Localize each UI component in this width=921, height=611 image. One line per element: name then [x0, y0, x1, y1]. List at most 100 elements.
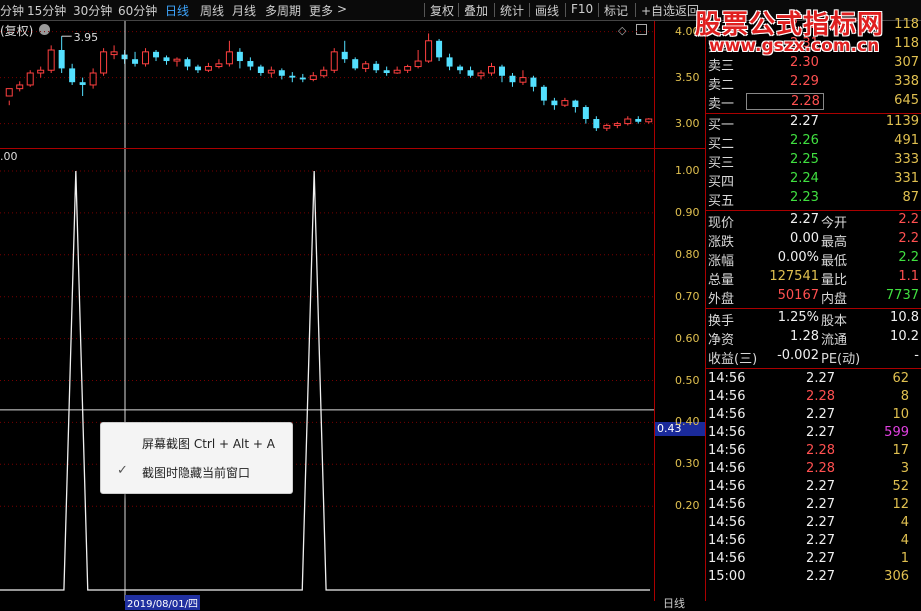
menu-item-screenshot[interactable]: 屏幕截图 Ctrl + Alt + A	[101, 429, 292, 457]
candle-body	[446, 57, 453, 67]
tick-row[interactable]: 14:56 2.27 4	[706, 515, 921, 533]
bid-row[interactable]: 买三 2.25 333	[706, 152, 921, 171]
toolbar-action-button[interactable]: F10	[571, 2, 593, 16]
fundamental-row: 换手 1.25% 股本 10.8	[706, 310, 921, 329]
period-tab[interactable]: 月线	[232, 2, 256, 19]
candle-body	[163, 57, 170, 62]
tick-row[interactable]: 14:56 2.28 17	[706, 443, 921, 461]
quote-value: 127541	[769, 269, 819, 284]
tick-row[interactable]: 14:56 2.28 3	[706, 461, 921, 479]
bid-row[interactable]: 买四 2.24 331	[706, 171, 921, 190]
quote-label: 现价	[708, 216, 735, 231]
candle-body	[530, 77, 537, 87]
indicator-line-chart	[0, 149, 654, 601]
quote-value: 7737	[885, 288, 919, 303]
tick-price: 2.27	[806, 425, 835, 440]
candle-body	[540, 86, 547, 101]
tick-time: 14:56	[708, 497, 746, 512]
tick-volume: 52	[892, 479, 909, 494]
tick-volume: 62	[892, 371, 909, 386]
candle-body	[37, 69, 45, 74]
tick-price: 2.27	[806, 497, 835, 512]
toolbar-action-button[interactable]: 统计	[500, 2, 524, 19]
candle-body	[572, 100, 579, 108]
kline-chart-pane[interactable]: (复权) ◇ 3.95	[0, 21, 655, 149]
tick-time: 14:56	[708, 443, 746, 458]
ask-row[interactable]: 卖一 2.28 645	[706, 93, 921, 112]
candle-body	[373, 63, 380, 71]
kline-high-label: 3.95	[74, 31, 99, 44]
candle-body	[341, 51, 348, 60]
toolbar-action-button[interactable]: 复权	[430, 2, 454, 19]
toolbar-action-button[interactable]: 叠加	[464, 2, 488, 19]
tick-price: 2.27	[806, 371, 835, 386]
candle-body	[184, 59, 191, 67]
divider	[706, 308, 921, 309]
tick-row[interactable]: 14:56 2.27 52	[706, 479, 921, 497]
candle-body	[100, 51, 108, 74]
tick-row[interactable]: 14:56 2.27 12	[706, 497, 921, 515]
tick-price: 2.27	[806, 515, 835, 530]
tick-volume: 4	[900, 533, 909, 548]
candle-body	[603, 124, 611, 129]
tick-row[interactable]: 14:56 2.27 1	[706, 551, 921, 569]
period-tab[interactable]: 多周期	[265, 2, 301, 19]
menu-item-hide-window[interactable]: ✓ 截图时隐藏当前窗口	[101, 458, 292, 486]
quote-value: 0.00	[790, 231, 819, 246]
bid-row[interactable]: 买五 2.23 87	[706, 190, 921, 209]
fundamental-label: 净资	[708, 333, 735, 348]
bid-row[interactable]: 买一 2.27 1139	[706, 114, 921, 133]
tick-row[interactable]: 14:56 2.27 599	[706, 425, 921, 443]
kline-axis-tick: 3.00	[675, 116, 700, 130]
ask-row[interactable]: 卖二 2.29 338	[706, 74, 921, 93]
tick-row[interactable]: 14:56 2.27 62	[706, 371, 921, 389]
candle-body	[16, 84, 24, 90]
fundamental-row: 净资 1.28 流通 10.2	[706, 329, 921, 348]
indicator-pane[interactable]: .00 2019/08/01/四	[0, 149, 655, 610]
indicator-axis-tick: 0.90	[675, 205, 700, 219]
indicator-axis-tick: 1.00	[675, 164, 700, 177]
period-tab[interactable]: 日线	[165, 2, 189, 19]
book-volume: 333	[894, 152, 919, 167]
toolbar-action-button[interactable]: 画线	[535, 2, 559, 19]
period-tab[interactable]: 60分钟	[118, 2, 157, 19]
book-volume: 87	[902, 190, 919, 205]
tick-price: 2.27	[806, 533, 835, 548]
chevron-right-icon[interactable]: >	[337, 2, 347, 16]
candle-body	[58, 50, 65, 69]
book-label: 买四	[708, 175, 735, 190]
quote-panel: 卖五 2.32 118 卖四 2.31 118 卖三 2.30 307 卖二 2.29 338 卖一 2.…	[706, 17, 921, 604]
tick-volume: 599	[884, 425, 909, 440]
book-price: 2.23	[790, 190, 819, 205]
period-tab[interactable]: 分钟	[0, 2, 24, 19]
fundamental-label: 换手	[708, 314, 735, 329]
fundamental-value: 10.8	[890, 310, 919, 325]
kline-axis-tick: 3.50	[675, 70, 700, 84]
checkmark-icon: ✓	[117, 463, 128, 478]
tick-row[interactable]: 14:56 2.28 8	[706, 389, 921, 407]
fundamental-value: 1.25%	[777, 310, 819, 325]
book-volume: 491	[894, 133, 919, 148]
bid-row[interactable]: 买二 2.26 491	[706, 133, 921, 152]
period-tab[interactable]: 30分钟	[73, 2, 112, 19]
divider	[706, 368, 921, 369]
period-tab[interactable]: 更多	[309, 2, 333, 19]
toolbar-action-button[interactable]: 标记	[604, 2, 628, 19]
tick-time: 14:56	[708, 533, 746, 548]
candle-body	[236, 51, 243, 62]
quote-value: 0.00%	[777, 250, 819, 265]
tick-row[interactable]: 15:00 2.27 306	[706, 569, 921, 587]
period-tab[interactable]: 15分钟	[27, 2, 66, 19]
candle-body	[47, 49, 55, 71]
tick-row[interactable]: 14:56 2.27 4	[706, 533, 921, 551]
period-tab[interactable]: 周线	[200, 2, 224, 19]
book-volume: 331	[894, 171, 919, 186]
tick-row[interactable]: 14:56 2.27 10	[706, 407, 921, 425]
tick-time: 14:56	[708, 371, 746, 386]
candle-body	[457, 66, 464, 71]
candle-body	[320, 69, 328, 77]
book-label: 卖一	[708, 97, 735, 112]
quote-label: 涨跌	[708, 235, 735, 250]
candle-body	[509, 75, 516, 83]
book-price: 2.26	[790, 133, 819, 148]
